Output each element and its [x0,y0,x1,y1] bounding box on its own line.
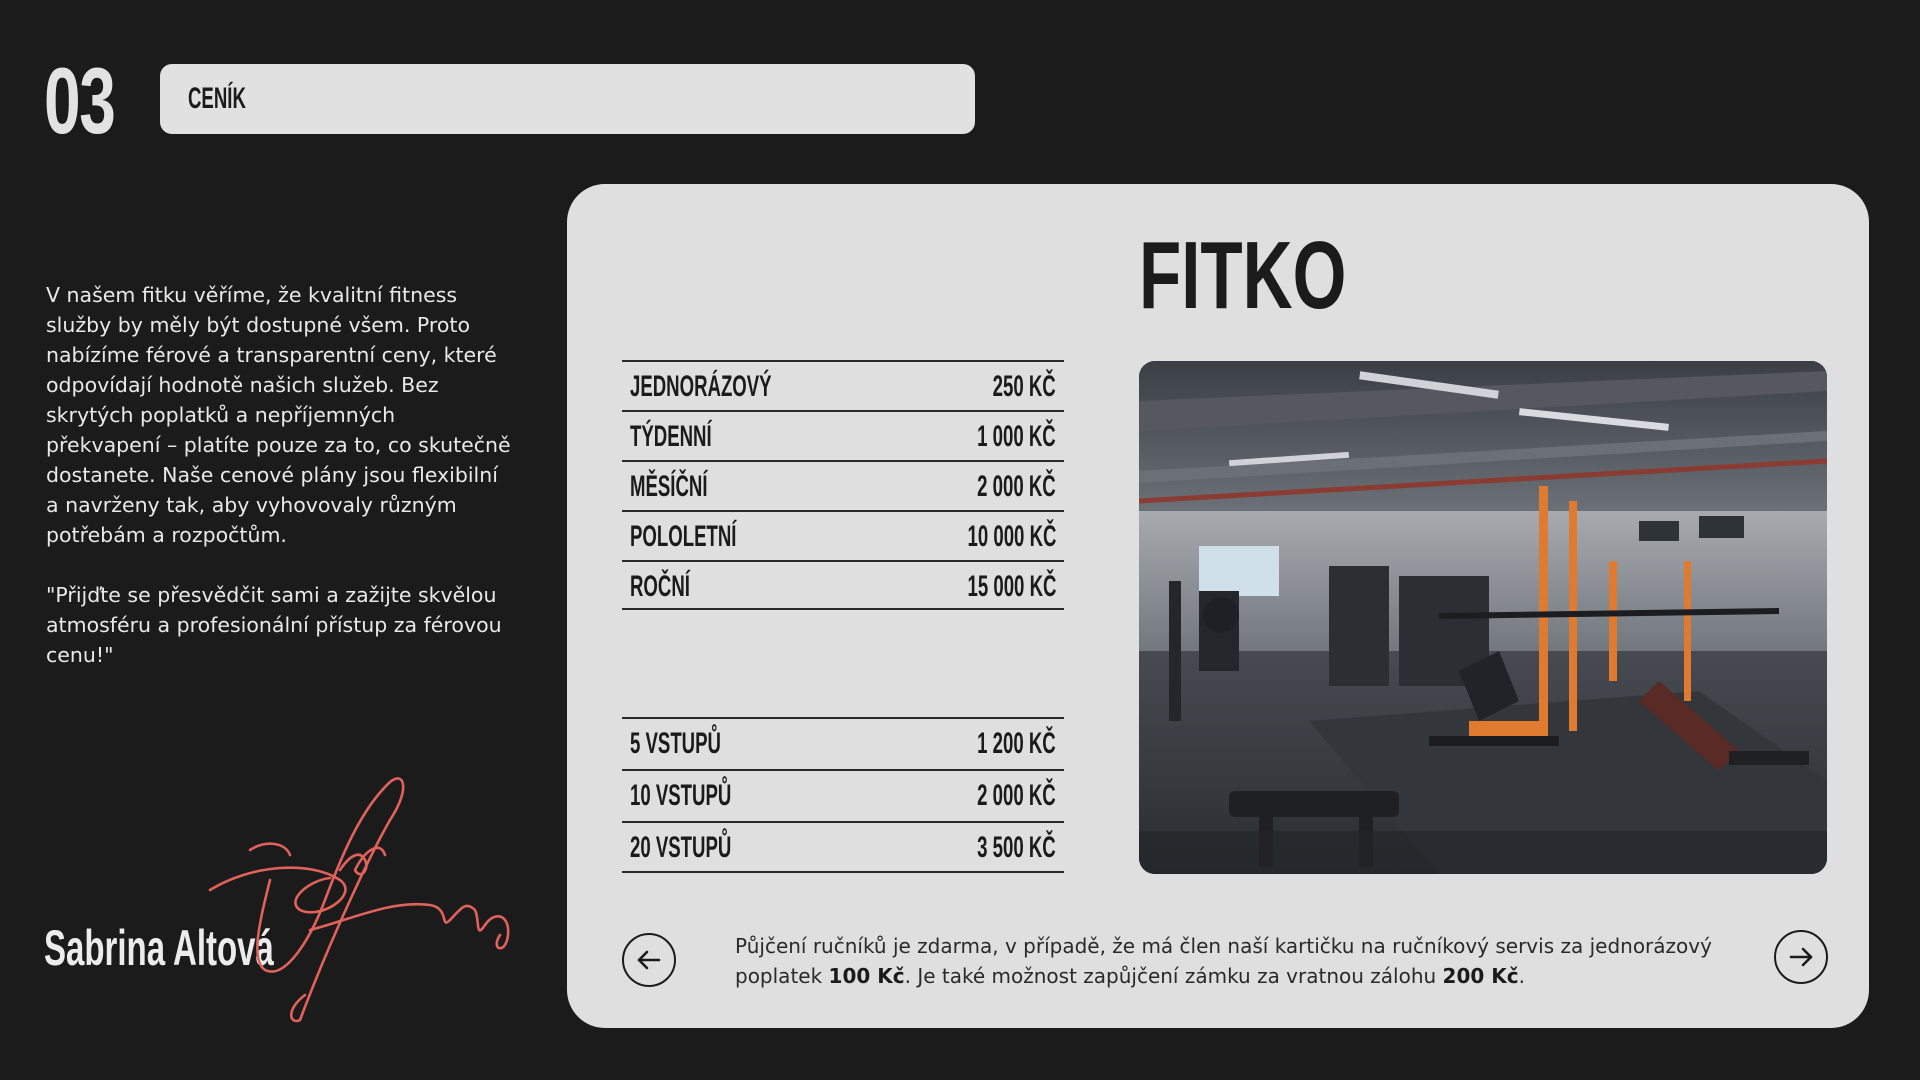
intro-quote: "Přijďte se přesvědčit sami a zažijte sk… [46,583,502,667]
table-row: 10 VSTUPŮ 2 000 KČ [622,769,1064,821]
section-title: CENÍK [188,82,246,115]
price-name: POLOLETNÍ [630,520,737,553]
price-name: JEDNORÁZOVÝ [630,370,772,403]
price-name: 20 VSTUPŮ [630,831,732,864]
section-title-bar: CENÍK [160,64,975,134]
table-row: MĚSÍČNÍ 2 000 KČ [622,460,1064,510]
arrow-left-icon [637,950,661,970]
card-title: FITKO [1139,222,1347,329]
gym-photo [1139,361,1827,874]
price-value: 250 KČ [992,370,1056,403]
price-name: 10 VSTUPŮ [630,779,732,812]
price-value: 2 000 KČ [977,470,1056,503]
arrow-right-icon [1789,947,1813,967]
price-name: ROČNÍ [630,570,690,603]
table-row: 20 VSTUPŮ 3 500 KČ [622,821,1064,873]
table-row: POLOLETNÍ 10 000 KČ [622,510,1064,560]
price-value: 1 000 KČ [977,420,1056,453]
price-value: 1 200 KČ [977,727,1056,760]
intro-paragraph: V našem fitku věříme, že kvalitní fitnes… [46,283,511,547]
price-value: 3 500 KČ [977,831,1056,864]
price-value: 15 000 KČ [967,570,1056,603]
handwritten-signature [208,777,510,1023]
price-name: 5 VSTUPŮ [630,727,721,760]
section-number: 03 [44,48,116,153]
previous-button[interactable] [622,933,676,987]
price-value: 2 000 KČ [977,779,1056,812]
price-name: MĚSÍČNÍ [630,470,708,503]
price-value: 10 000 KČ [967,520,1056,553]
footnote-text: Půjčení ručníků je zdarma, v případě, že… [735,934,1712,988]
price-name: TÝDENNÍ [630,420,712,453]
table-row: TÝDENNÍ 1 000 KČ [622,410,1064,460]
gym-interior-illustration [1139,361,1827,874]
pricing-card: FITKO JEDNORÁZOVÝ 250 KČ TÝDENNÍ 1 000 K… [567,184,1869,1028]
table-row: ROČNÍ 15 000 KČ [622,560,1064,610]
membership-price-table: JEDNORÁZOVÝ 250 KČ TÝDENNÍ 1 000 KČ MĚSÍ… [622,360,1064,610]
slide: 03 CENÍK V našem fitku věříme, že kvalit… [0,0,1920,1080]
table-row: JEDNORÁZOVÝ 250 KČ [622,360,1064,410]
intro-text: V našem fitku věříme, že kvalitní fitnes… [46,280,516,670]
table-row: 5 VSTUPŮ 1 200 KČ [622,717,1064,769]
next-button[interactable] [1774,930,1828,984]
entries-price-table: 5 VSTUPŮ 1 200 KČ 10 VSTUPŮ 2 000 KČ 20 … [622,717,1064,873]
